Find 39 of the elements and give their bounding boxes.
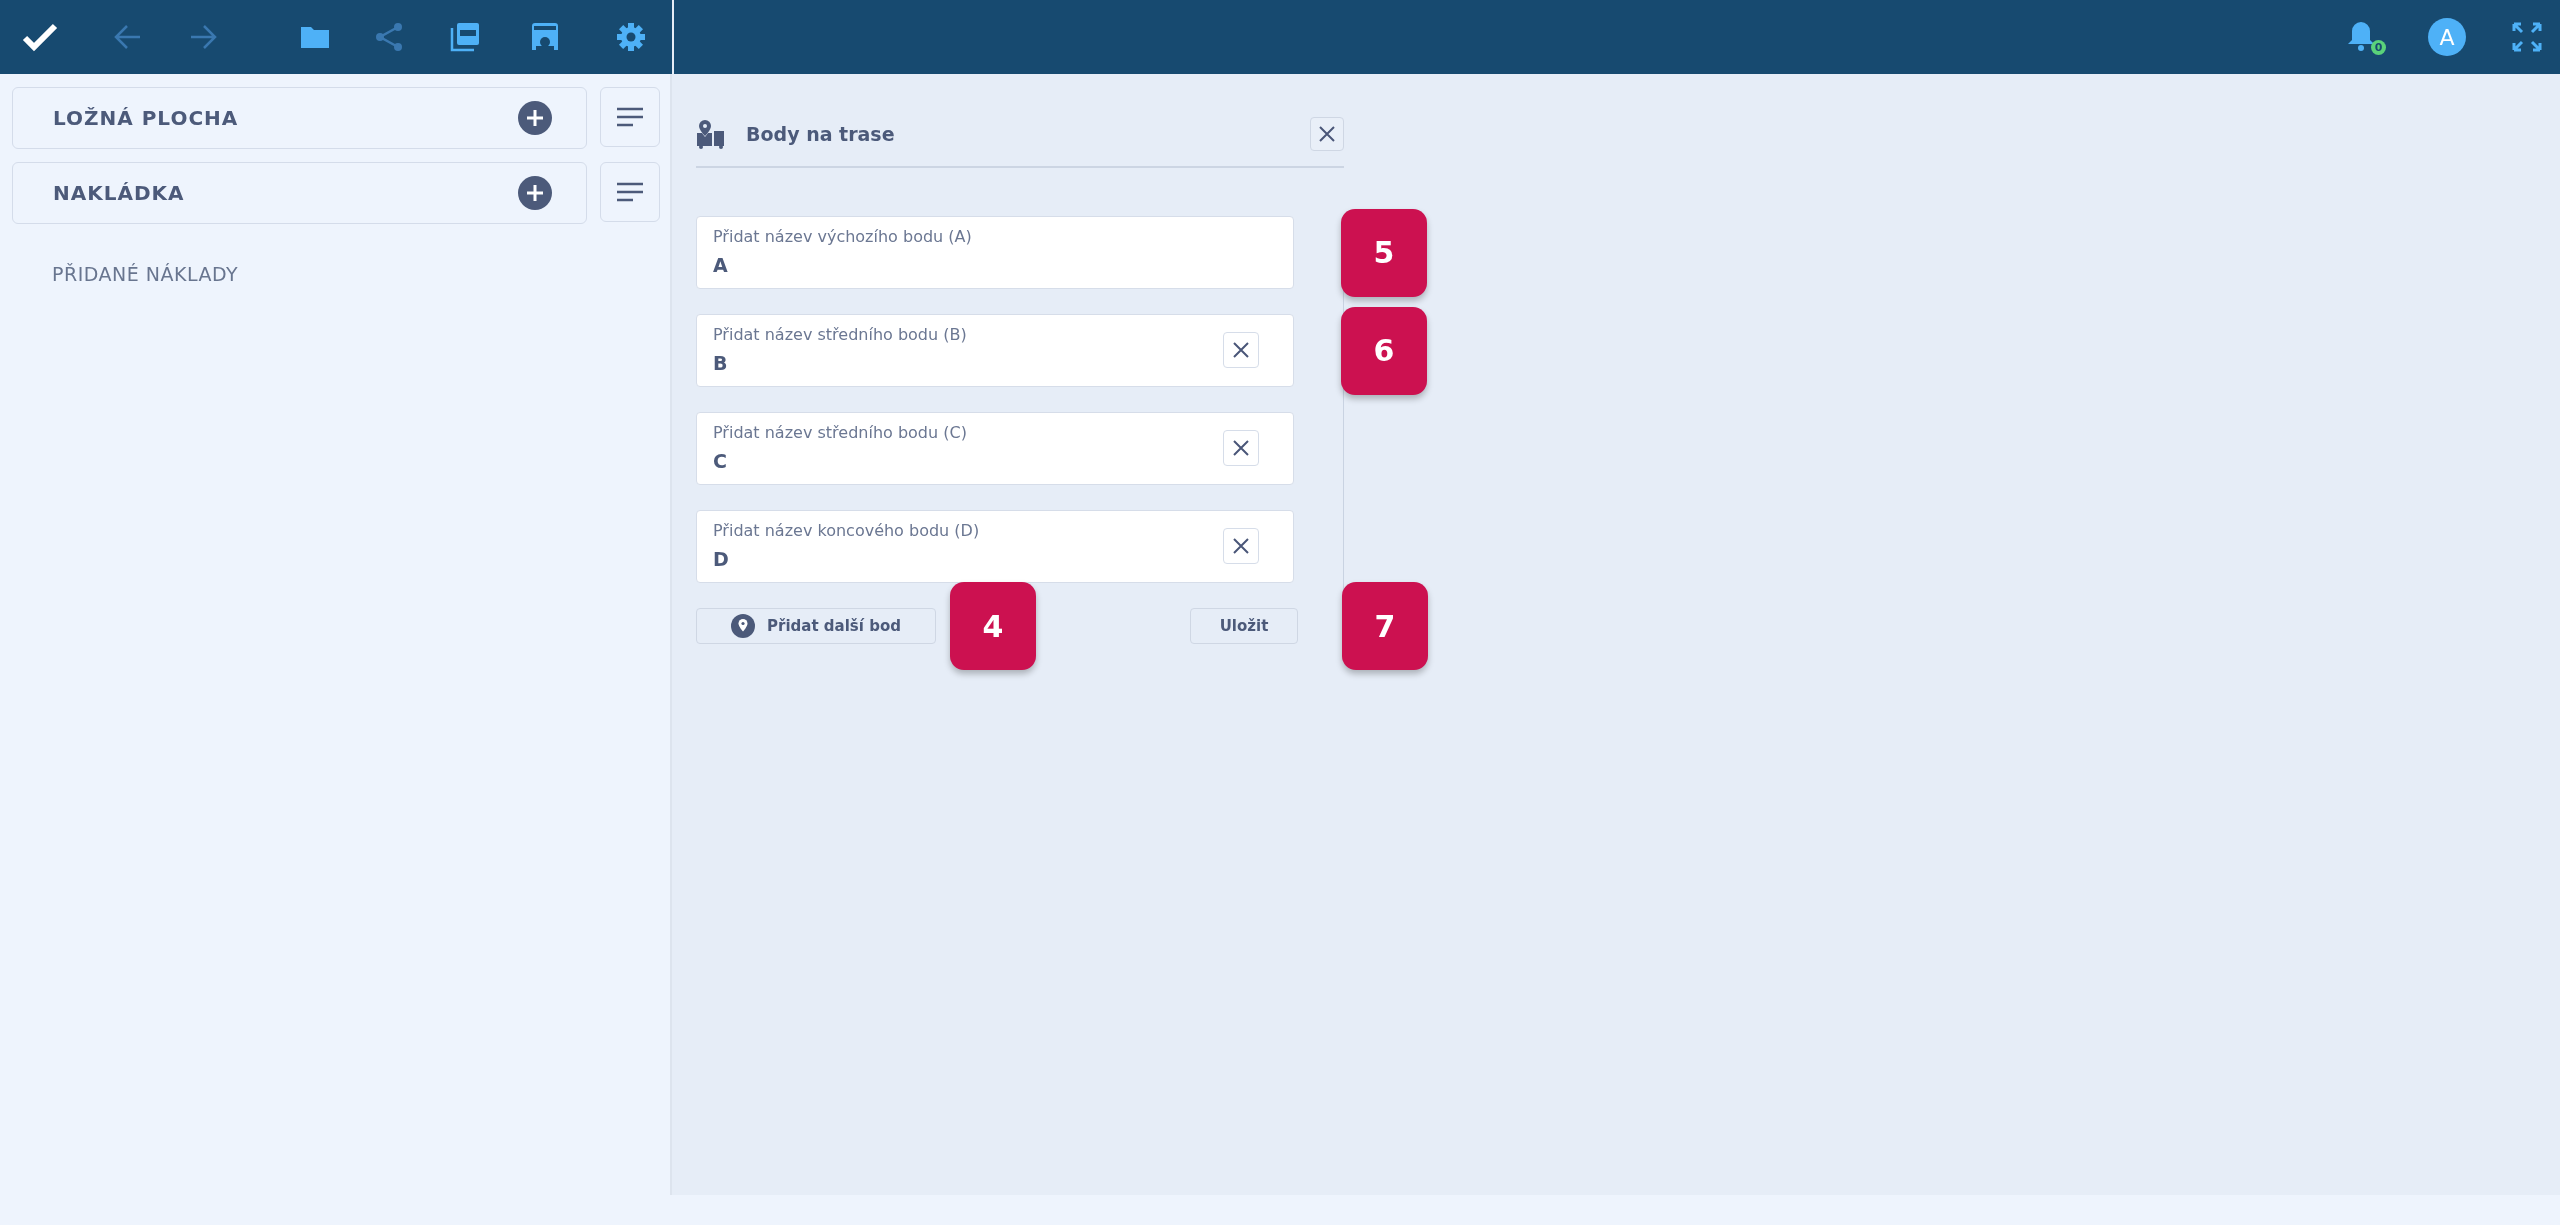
settings-icon[interactable] — [616, 22, 646, 52]
dialog-title: Body na trase — [746, 123, 896, 145]
step-badge: 6 — [1341, 306, 1427, 395]
folder-icon[interactable] — [300, 24, 330, 50]
menu-button[interactable] — [600, 162, 660, 222]
remove-button[interactable] — [1223, 527, 1259, 564]
input-field[interactable]: Přidat název koncového bodu (D) D — [696, 510, 1294, 583]
remove-button[interactable] — [1223, 429, 1259, 466]
field-label: Přidat název středního bodu (B) — [713, 325, 968, 344]
field-value: C — [713, 450, 728, 472]
add-circle-icon[interactable] — [518, 176, 552, 210]
field-label: Přidat název koncového bodu (D) — [713, 521, 981, 540]
remove-button[interactable] — [1223, 331, 1259, 368]
check-logo-icon[interactable] — [22, 22, 60, 52]
field-value: D — [713, 548, 730, 570]
step-badge: 5 — [1341, 208, 1427, 297]
field-label: Přidat název výchozího bodu (A) — [713, 227, 973, 246]
menu-icon — [616, 182, 644, 202]
fullscreen-icon[interactable] — [2512, 22, 2542, 52]
section-header[interactable]: NAKLÁDKA — [12, 162, 587, 224]
close-button[interactable] — [1310, 117, 1344, 151]
input-field[interactable]: Přidat název středního bodu (C) C — [696, 412, 1294, 485]
field-value: B — [713, 352, 729, 374]
map-truck-icon — [696, 119, 726, 149]
pdf-document-icon[interactable] — [450, 22, 480, 52]
step-badge: 7 — [1342, 582, 1428, 670]
notification-count: 0 — [2371, 40, 2386, 55]
section-title: LOŽNÁ PLOCHA — [53, 106, 239, 130]
section-label: PŘIDANÉ NÁKLADY — [51, 262, 240, 285]
section-header[interactable]: LOŽNÁ PLOCHA — [12, 87, 587, 149]
location-pin-icon — [731, 614, 756, 638]
add-circle-icon[interactable] — [518, 101, 552, 135]
field-value: A — [713, 254, 729, 276]
section-title: NAKLÁDKA — [53, 181, 185, 205]
field-label: Přidat název středního bodu (C) — [713, 423, 968, 442]
menu-button[interactable] — [600, 87, 660, 147]
step-badge: 4 — [950, 582, 1036, 670]
store-gear-icon[interactable] — [530, 22, 560, 52]
menu-icon — [616, 107, 644, 127]
